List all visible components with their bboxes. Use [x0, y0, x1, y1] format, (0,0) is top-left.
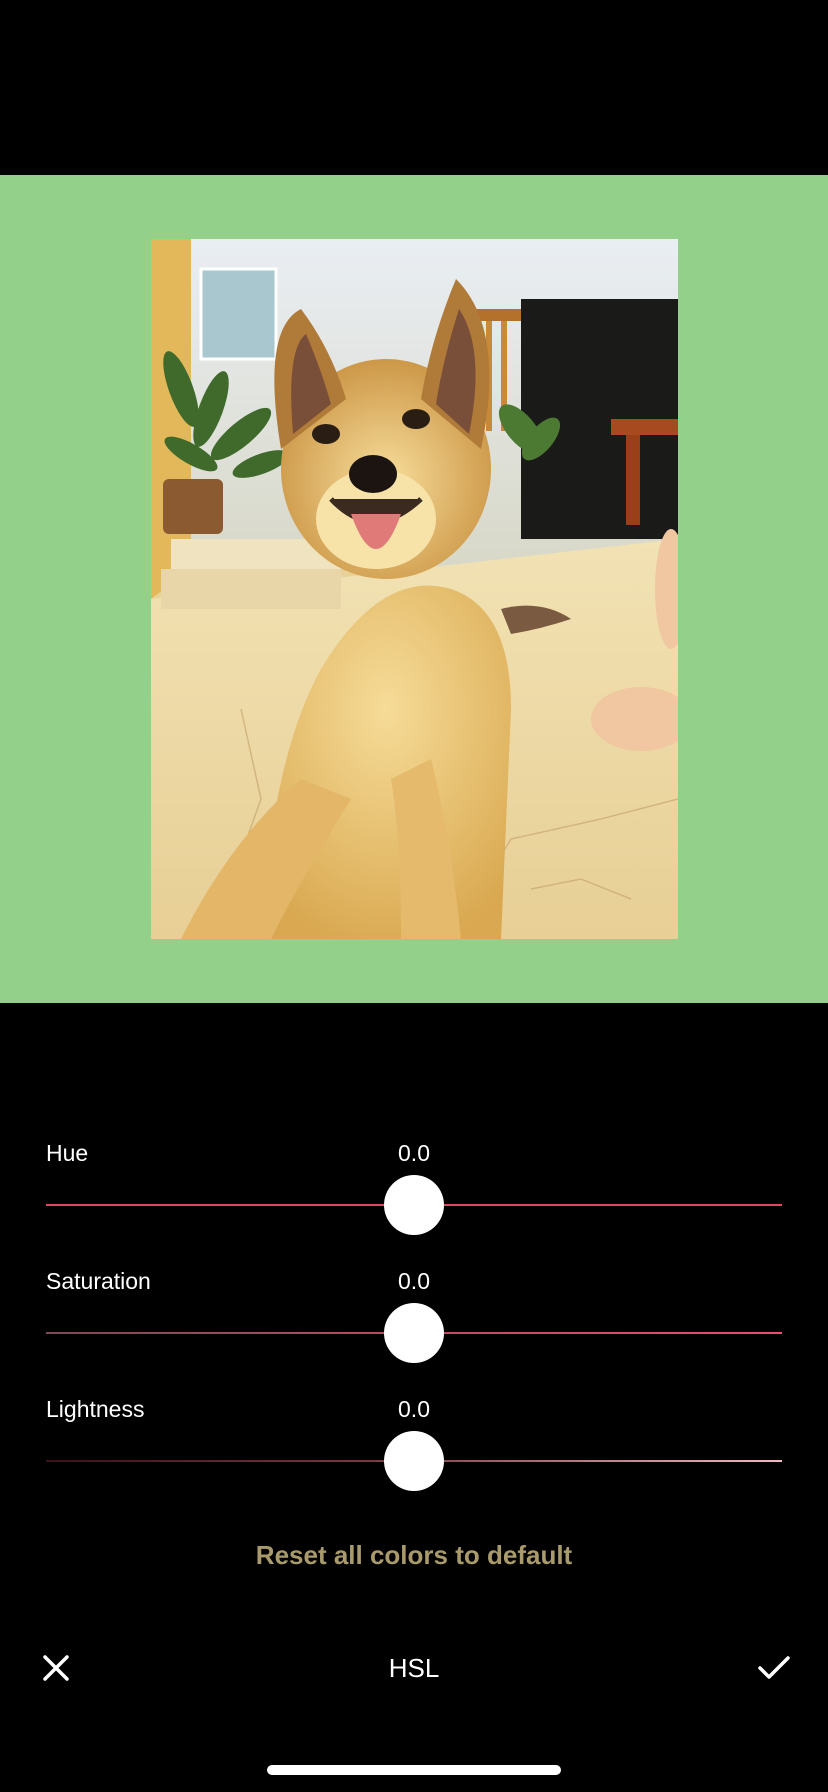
- hue-value: 0.0: [398, 1140, 430, 1166]
- reset-colors-button[interactable]: Reset all colors to default: [0, 1537, 828, 1573]
- saturation-value: 0.0: [398, 1268, 430, 1294]
- lightness-slider: Lightness 0.0: [46, 1394, 782, 1504]
- close-icon: [43, 1655, 69, 1681]
- lightness-slider-thumb[interactable]: [384, 1431, 444, 1491]
- cancel-button[interactable]: [24, 1636, 88, 1700]
- hue-label: Hue: [46, 1140, 89, 1166]
- saturation-slider: Saturation 0.0: [46, 1266, 782, 1376]
- bottom-toolbar: HSL: [0, 1636, 828, 1700]
- dog-photo: [151, 239, 678, 939]
- toolbar-title: HSL: [388, 1653, 440, 1683]
- hue-slider-thumb[interactable]: [384, 1175, 444, 1235]
- saturation-label: Saturation: [46, 1268, 151, 1294]
- home-indicator: [267, 1765, 561, 1775]
- lightness-value: 0.0: [398, 1396, 430, 1422]
- checkmark-icon: [758, 1656, 790, 1679]
- image-preview-area: [0, 175, 828, 1003]
- lightness-label: Lightness: [46, 1396, 145, 1422]
- saturation-slider-thumb[interactable]: [384, 1303, 444, 1363]
- hue-slider: Hue 0.0: [46, 1138, 782, 1248]
- confirm-button[interactable]: [742, 1636, 806, 1700]
